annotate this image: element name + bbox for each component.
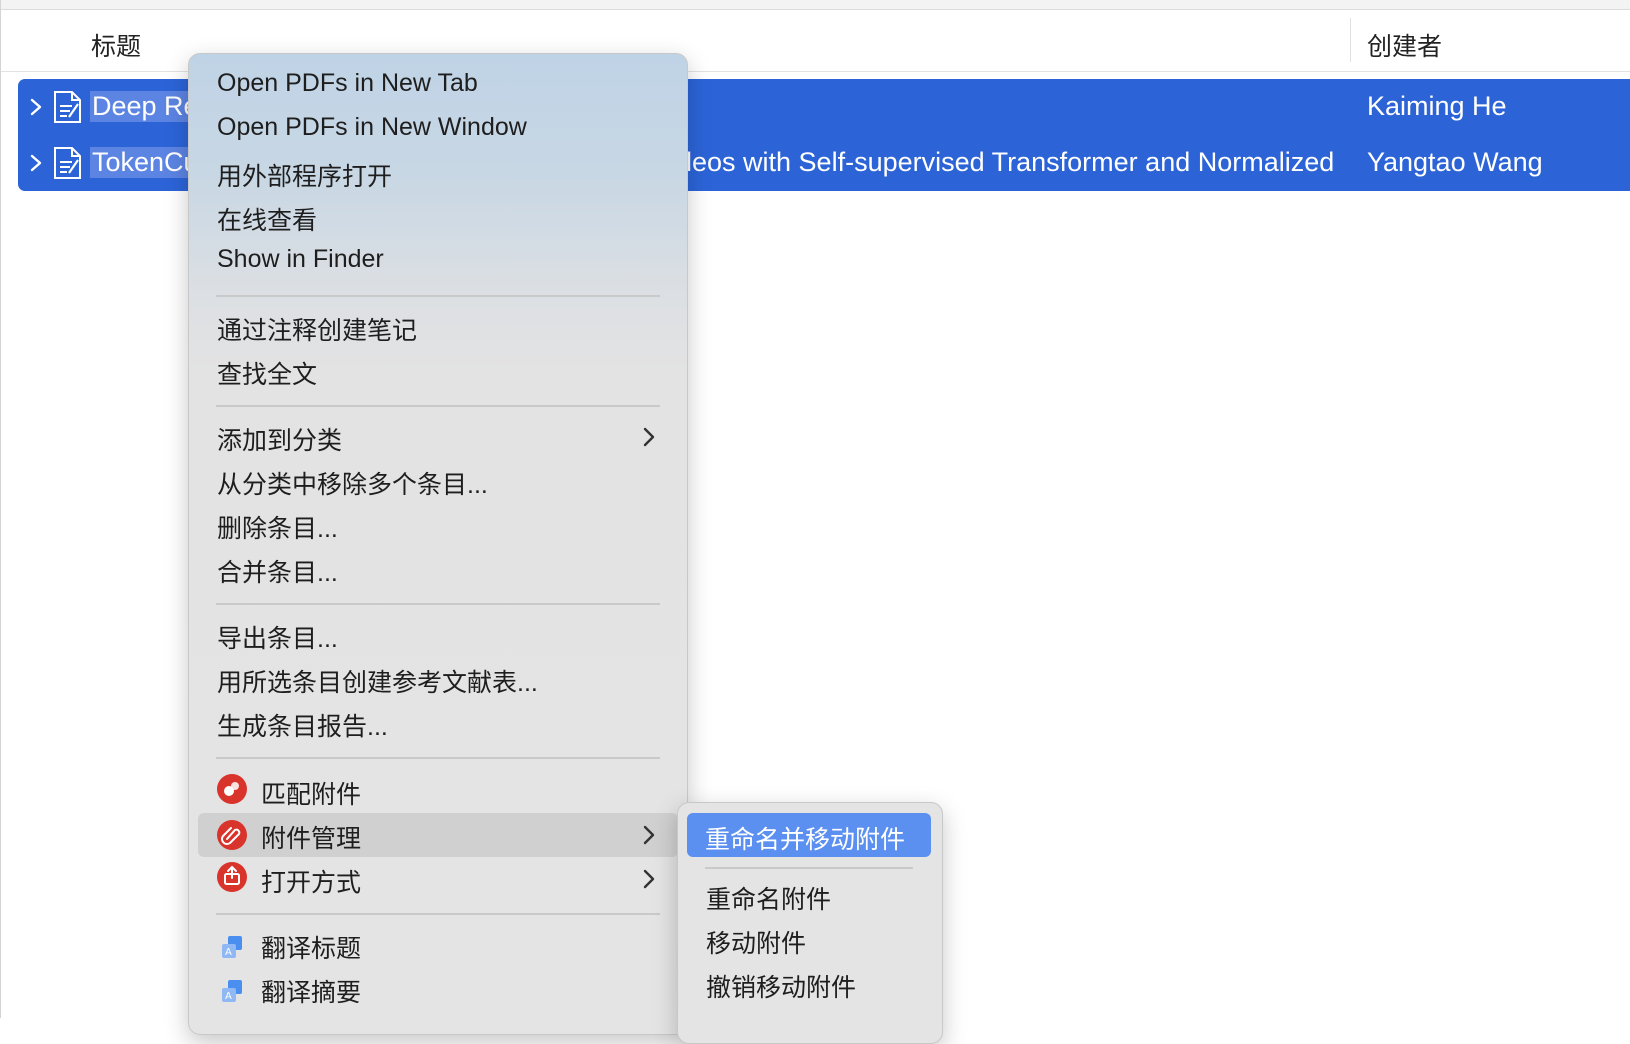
document-icon (54, 91, 81, 123)
translate-icon: A (222, 980, 242, 1002)
menu-separator (216, 295, 660, 297)
menu-item-remove-from-collection[interactable]: 从分类中移除多个条目... (217, 465, 488, 501)
menu-item-translate-abstract[interactable]: 翻译摘要 (261, 973, 361, 1009)
menu-item-create-bibliography[interactable]: 用所选条目创建参考文献表... (217, 663, 538, 699)
menu-separator (216, 757, 660, 759)
column-divider[interactable] (1350, 18, 1351, 62)
column-header-title[interactable]: 标题 (91, 27, 141, 63)
attachment-submenu: 重命名并移动附件 重命名附件 移动附件 撤销移动附件 (677, 802, 943, 1044)
chevron-right-icon[interactable] (27, 93, 45, 121)
match-attachment-icon (217, 774, 247, 804)
menu-item-add-to-collection[interactable]: 添加到分类 (217, 421, 342, 457)
submenu-item-move[interactable]: 移动附件 (706, 924, 806, 960)
menu-separator (216, 913, 660, 915)
item-title: TokenCu (90, 147, 201, 178)
menu-item-merge-items[interactable]: 合并条目... (217, 553, 338, 589)
item-title-continued: leos with Self-supervised Transformer an… (686, 147, 1335, 177)
document-icon (54, 147, 81, 179)
menu-item-match-attachment[interactable]: 匹配附件 (261, 775, 361, 811)
item-title: Deep Re (90, 91, 201, 122)
menu-item-view-online[interactable]: 在线查看 (217, 201, 317, 237)
svg-text:A: A (225, 947, 232, 958)
menu-item-export-items[interactable]: 导出条目... (217, 619, 338, 655)
submenu-item-rename[interactable]: 重命名附件 (706, 880, 831, 916)
item-creator: Yangtao Wang (1367, 147, 1543, 177)
translate-icon: A (222, 936, 242, 958)
submenu-item-undo-move[interactable]: 撤销移动附件 (706, 968, 856, 1004)
menu-separator (216, 603, 660, 605)
menu-separator (705, 867, 913, 869)
chevron-right-icon (643, 825, 655, 845)
open-with-icon (217, 862, 247, 892)
menu-item-find-full-text[interactable]: 查找全文 (217, 355, 317, 391)
paperclip-icon (217, 820, 247, 850)
menu-item-open-external[interactable]: 用外部程序打开 (217, 157, 392, 193)
chevron-right-icon[interactable] (27, 149, 45, 177)
submenu-item-label: 重命名并移动附件 (705, 826, 906, 854)
menu-item-attachment-management[interactable]: 附件管理 (261, 819, 361, 855)
menu-item-create-note-from-annotations[interactable]: 通过注释创建笔记 (217, 311, 417, 347)
menu-separator (216, 405, 660, 407)
chevron-right-icon (643, 869, 655, 889)
menu-item-show-in-finder[interactable]: Show in Finder (217, 245, 384, 274)
left-border (0, 0, 1, 1018)
menu-item-open-pdfs-new-window[interactable]: Open PDFs in New Window (217, 113, 527, 142)
context-menu: Open PDFs in New Tab Open PDFs in New Wi… (188, 53, 688, 1035)
column-header-creator[interactable]: 创建者 (1367, 27, 1442, 63)
svg-text:A: A (225, 991, 232, 1002)
menu-item-translate-title[interactable]: 翻译标题 (261, 929, 361, 965)
window-top-edge (0, 0, 1630, 10)
submenu-item-rename-and-move[interactable]: 重命名并移动附件 (687, 813, 931, 857)
menu-item-generate-report[interactable]: 生成条目报告... (217, 707, 388, 743)
menu-item-open-pdfs-new-tab[interactable]: Open PDFs in New Tab (217, 69, 478, 98)
menu-item-delete-items[interactable]: 删除条目... (217, 509, 338, 545)
menu-item-open-with[interactable]: 打开方式 (261, 863, 361, 899)
item-creator: Kaiming He (1367, 91, 1507, 121)
chevron-right-icon (643, 427, 655, 447)
